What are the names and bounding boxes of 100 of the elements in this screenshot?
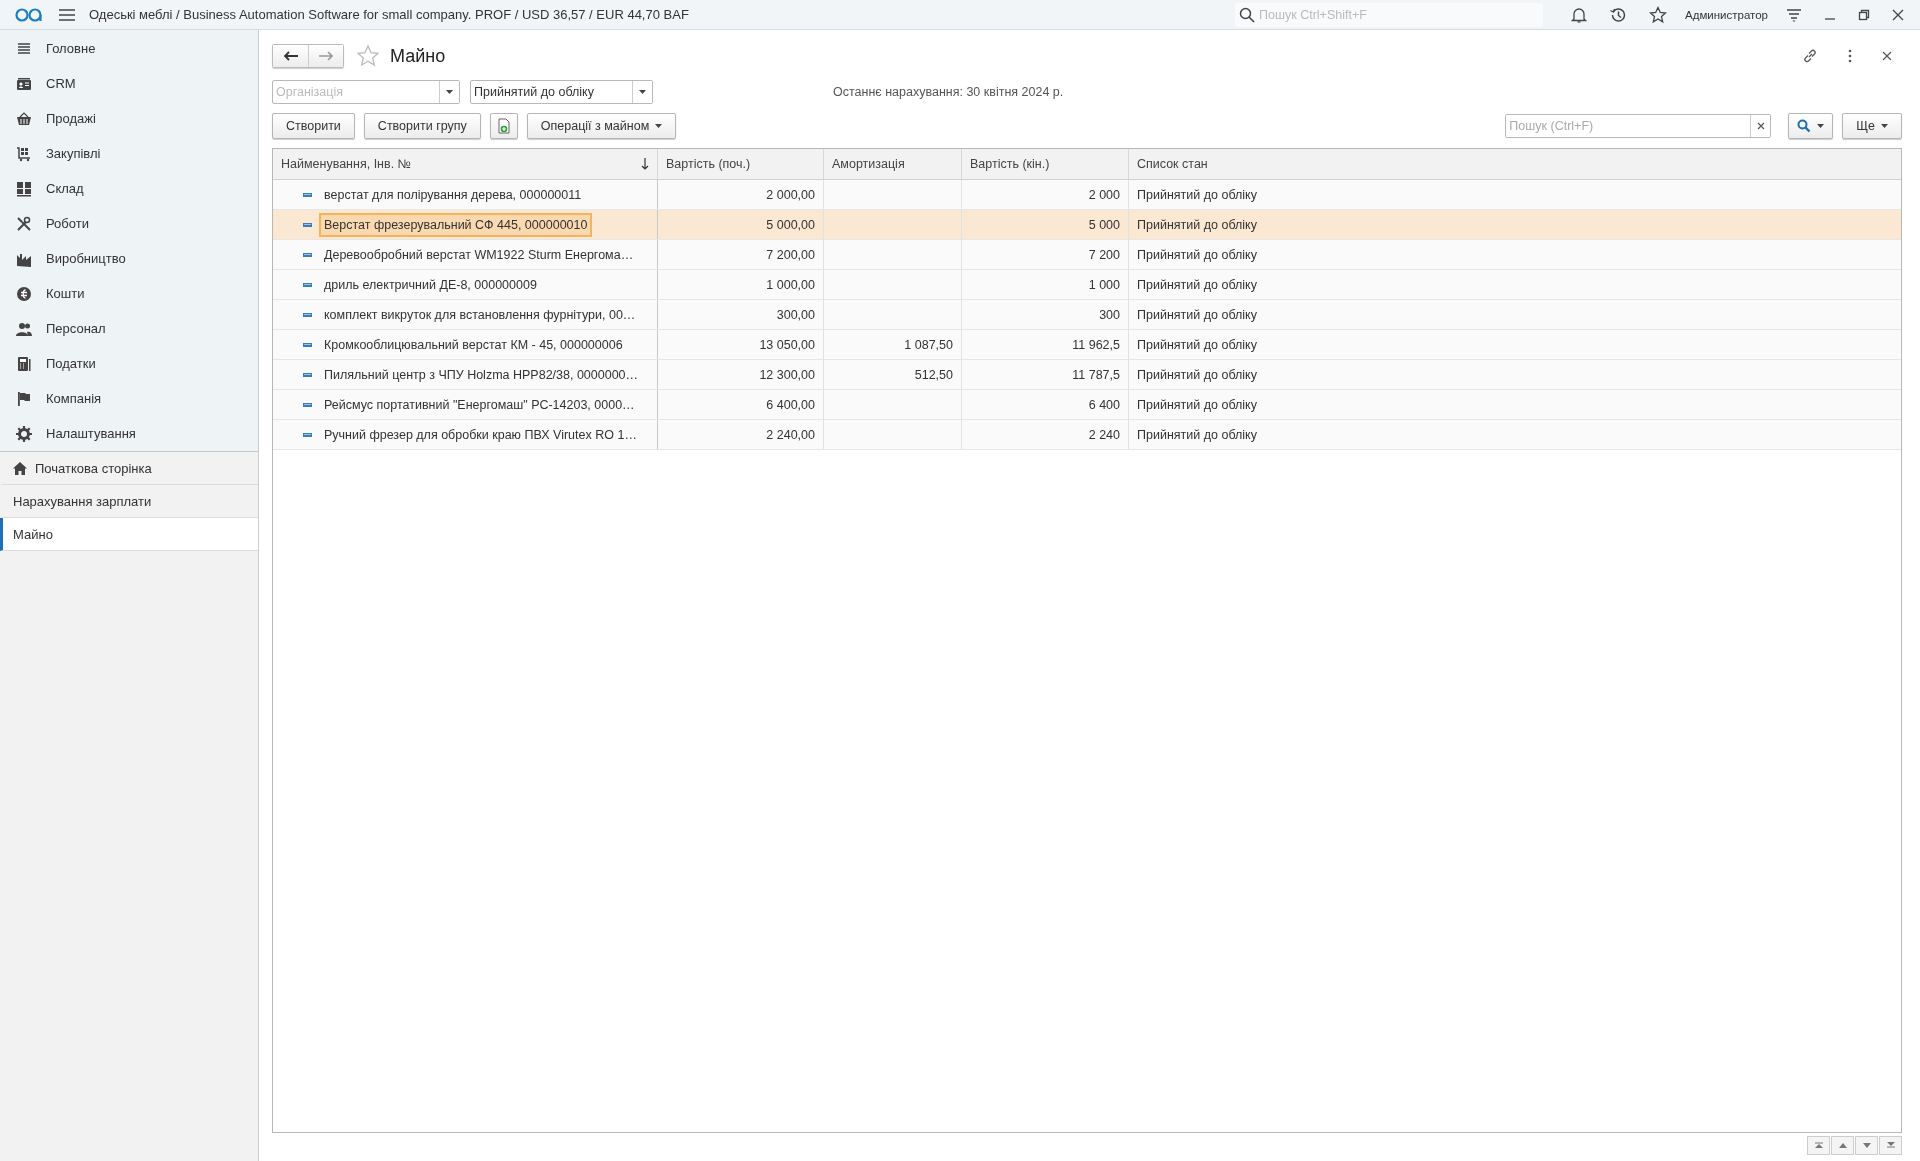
- table-row[interactable]: Деревообробний верстат WM1922 Sturm Енергома… 7 200,00 7 200 Прийнятий до обліку: [273, 240, 1901, 270]
- table-row[interactable]: Кромкооблицювальний верстат КМ - 45, 000000006 13 050,00 1 087,50 11 962,5 Прийнятий до обліку: [273, 330, 1901, 360]
- list-search-box[interactable]: Пошук (Ctrl+F): [1505, 114, 1772, 138]
- sidebar-item[interactable]: Кошти: [0, 276, 258, 311]
- close-icon[interactable]: [1892, 8, 1904, 21]
- column-header[interactable]: Вартість (поч.): [658, 149, 824, 179]
- star-icon[interactable]: [1649, 5, 1667, 24]
- table-row[interactable]: Ручний фрезер для обробки краю ПВХ Virutex RO 1… 2 240,00 2 240 Прийнятий до обліку: [273, 420, 1901, 450]
- table-cell: 5 000: [1088, 217, 1120, 232]
- dropdown-button[interactable]: [439, 81, 459, 103]
- bell-icon[interactable]: [1571, 6, 1587, 23]
- sidebar-item[interactable]: Налаштування: [0, 416, 258, 451]
- table-cell: 2 000,00: [766, 187, 815, 202]
- left-arrow-icon: [283, 51, 298, 61]
- status-filter-combo-box[interactable]: Прийнятий до обліку: [470, 80, 653, 104]
- history-icon[interactable]: [1609, 5, 1627, 24]
- scroll-top-button[interactable]: [1807, 1135, 1830, 1155]
- table-cell: Прийнятий до обліку: [1137, 427, 1257, 442]
- caret-icon: [1881, 124, 1888, 128]
- close-icon: [1756, 122, 1765, 130]
- scroll-top-icon: [1814, 1142, 1823, 1148]
- open-page-tab[interactable]: Майно: [0, 518, 258, 551]
- scroll-bottom-button[interactable]: [1879, 1135, 1902, 1155]
- restore-icon[interactable]: [1858, 8, 1870, 21]
- section-icon: [16, 390, 32, 407]
- link-icon[interactable]: [1802, 48, 1818, 64]
- table-cell: 7 200: [1088, 247, 1120, 262]
- app-title: Одеські меблі / Business Automation Software for small company. PROF / USD 36,57 / EUR 44,70 BAF: [89, 7, 689, 22]
- table-cell: Прийнятий до обліку: [1137, 337, 1257, 352]
- back-button[interactable]: [273, 45, 308, 67]
- clear-button[interactable]: [1750, 115, 1771, 137]
- sidebar-item[interactable]: Виробництво: [0, 241, 258, 276]
- table-cell: 13 050,00: [759, 337, 815, 352]
- toolbar-button[interactable]: Створити групу: [363, 113, 481, 139]
- scroll-bottom-icon: [1886, 1142, 1895, 1148]
- section-icon: [16, 180, 32, 197]
- menu-icon[interactable]: [59, 7, 75, 22]
- section-icon: [16, 75, 32, 92]
- organization-combo-box[interactable]: Організація: [272, 80, 460, 104]
- document-plus-icon: [496, 118, 511, 134]
- table-cell: 2 000: [1088, 187, 1120, 202]
- table-cell: Прийнятий до обліку: [1137, 247, 1257, 262]
- more-vertical-icon[interactable]: [1848, 49, 1852, 63]
- table-cell-text: Кромкооблицювальний верстат КМ - 45, 000000006: [323, 336, 624, 354]
- user-name[interactable]: Администратор: [1685, 8, 1768, 21]
- up-triangle-icon: [1838, 1142, 1847, 1148]
- sidebar-item[interactable]: Головне: [0, 31, 258, 66]
- sidebar-item[interactable]: Персонал: [0, 311, 258, 346]
- table-cell: 12 300,00: [759, 367, 815, 382]
- section-icon: [16, 40, 32, 57]
- dropdown-button[interactable]: [632, 81, 652, 103]
- sidebar-item[interactable]: CRM: [0, 66, 258, 101]
- table-cell: 6 400,00: [766, 397, 815, 412]
- status-filter-field[interactable]: Прийнятий до обліку: [471, 81, 632, 103]
- sidebar-item[interactable]: Склад: [0, 171, 258, 206]
- sidebar-item[interactable]: Продажі: [0, 101, 258, 136]
- add-document-button[interactable]: [489, 113, 518, 139]
- global-search-box[interactable]: Пошук Ctrl+Shift+F: [1235, 2, 1543, 27]
- caret-icon: [446, 90, 453, 94]
- last-accrual-text: Останнє нарахування: 30 квітня 2024 р.: [833, 85, 1064, 99]
- column-header[interactable]: Амортизація: [824, 149, 962, 179]
- organization-field[interactable]: Організація: [273, 81, 439, 103]
- more-button[interactable]: Ще: [1842, 113, 1902, 139]
- item-icon: [303, 252, 312, 257]
- close-icon[interactable]: [1882, 51, 1892, 61]
- table-cell: 11 787,5: [1072, 367, 1120, 382]
- item-icon: [303, 282, 312, 287]
- global-search-field[interactable]: Пошук Ctrl+Shift+F: [1259, 7, 1519, 22]
- filter-lines-icon[interactable]: [1786, 6, 1802, 23]
- table-row[interactable]: Рейсмус портативний "Енергомаш" РС-14203, 0000… 6 400,00 6 400 Прийнятий до обліку: [273, 390, 1901, 420]
- section-icon: [16, 355, 32, 372]
- search-icon: [1239, 6, 1255, 23]
- operations-menu-button[interactable]: Операції з майном: [526, 113, 677, 139]
- column-header[interactable]: Список стан: [1129, 149, 1901, 179]
- table-row[interactable]: верстат для полірування дерева, 000000011 2 000,00 2 000 Прийнятий до обліку: [273, 180, 1901, 210]
- section-icon: [16, 285, 32, 302]
- column-header[interactable]: Найменування, Інв. №: [273, 149, 658, 179]
- table-row[interactable]: Верстат фрезерувальний СФ 445, 000000010 5 000,00 5 000 Прийнятий до обліку: [273, 210, 1901, 240]
- table-cell: 7 200,00: [766, 247, 815, 262]
- table-cell: 1 087,50: [904, 337, 953, 352]
- down-triangle-icon: [1862, 1142, 1871, 1148]
- table-cell: 2 240,00: [766, 427, 815, 442]
- sidebar-item[interactable]: Закупівлі: [0, 136, 258, 171]
- scroll-down-button[interactable]: [1855, 1135, 1878, 1155]
- sidebar-item[interactable]: Компанія: [0, 381, 258, 416]
- item-icon: [303, 432, 312, 437]
- search-options-button[interactable]: [1788, 113, 1834, 139]
- table-cell: 1 000,00: [766, 277, 815, 292]
- sidebar-item[interactable]: Податки: [0, 346, 258, 381]
- table-row[interactable]: Пиляльний центр з ЧПУ Holzma HPP82/38, 0000000… 12 300,00 512,50 11 787,5 Прийнятий до обліку: [273, 360, 1901, 390]
- scroll-up-button[interactable]: [1831, 1135, 1854, 1155]
- search-icon: [1797, 119, 1812, 133]
- toolbar-button[interactable]: Створити: [272, 113, 355, 139]
- caret-icon: [1817, 124, 1825, 128]
- caret-icon: [639, 90, 646, 94]
- column-header[interactable]: Вартість (кін.): [962, 149, 1129, 179]
- table-row[interactable]: дриль електричний ДЕ-8, 000000009 1 000,00 1 000 Прийнятий до обліку: [273, 270, 1901, 300]
- table-row[interactable]: комплект викруток для встановлення фурнітури, 00… 300,00 300 Прийнятий до обліку: [273, 300, 1901, 330]
- sidebar-item[interactable]: Роботи: [0, 206, 258, 241]
- star-icon[interactable]: [356, 44, 380, 68]
